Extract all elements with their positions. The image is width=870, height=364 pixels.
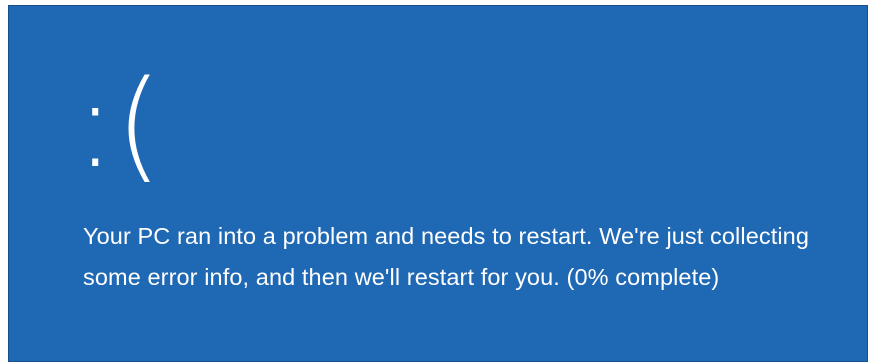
progress-label: (0% complete) — [566, 264, 720, 290]
sad-face-emoticon: :( — [75, 56, 163, 195]
bsod-screen: :( Your PC ran into a problem and needs … — [8, 5, 868, 362]
error-message: Your PC ran into a problem and needs to … — [83, 216, 853, 298]
